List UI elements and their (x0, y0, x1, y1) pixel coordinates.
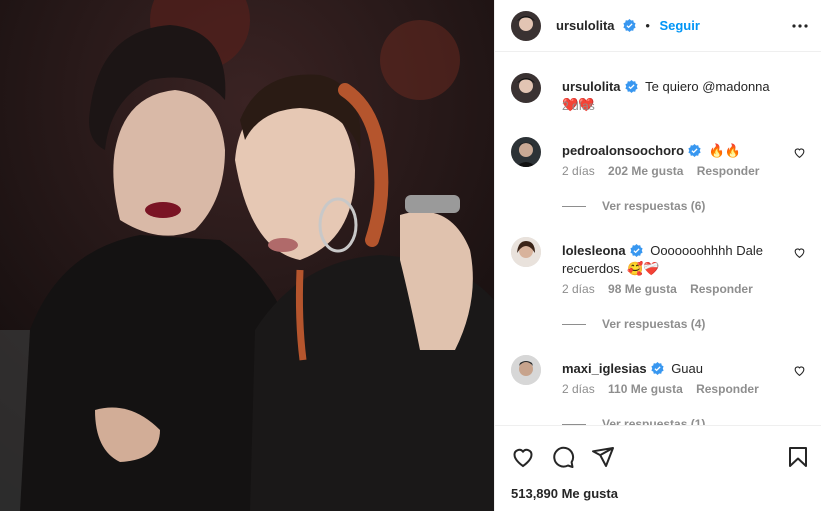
reply-button[interactable]: Responder (690, 282, 753, 296)
verified-icon (623, 19, 636, 32)
comment-username[interactable]: pedroalonsoochoro (562, 143, 684, 158)
replies-divider (562, 324, 586, 326)
post-photo[interactable] (0, 0, 494, 511)
caption-username[interactable]: ursulolita (562, 79, 621, 94)
comment-likes[interactable]: 202 Me gusta (608, 164, 683, 178)
heart-icon[interactable] (511, 445, 535, 469)
verified-icon (688, 144, 701, 157)
comment-like-heart-icon[interactable] (793, 246, 806, 259)
caption-meta: 2 días (562, 99, 605, 113)
verified-icon (629, 244, 643, 257)
comment-body: maxi_iglesias Guau (562, 360, 782, 378)
verified-icon (624, 80, 638, 93)
caption-time: 2 días (562, 99, 595, 113)
instagram-post-view: ursulolita • Seguir ursulolita Te quiero… (0, 0, 821, 511)
comment-username[interactable]: lolesleona (562, 243, 626, 258)
bookmark-icon[interactable] (786, 445, 810, 469)
post-header: ursulolita • Seguir (495, 0, 821, 52)
photo-illustration (0, 0, 494, 511)
reply-button[interactable]: Responder (697, 164, 760, 178)
author-avatar[interactable] (511, 11, 541, 41)
reply-button[interactable]: Responder (696, 382, 759, 396)
comment-meta: 2 días 110 Me gusta Responder (562, 382, 769, 396)
post-side-panel: ursulolita • Seguir ursulolita Te quiero… (494, 0, 821, 511)
caption-avatar[interactable] (511, 73, 541, 103)
view-replies-label: Ver respuestas (1) (602, 417, 706, 425)
comment-meta: 2 días 202 Me gusta Responder (562, 164, 769, 178)
comment-like-heart-icon[interactable] (793, 364, 806, 377)
author-username[interactable]: ursulolita (556, 18, 615, 33)
view-replies-button[interactable]: Ver respuestas (4) (562, 317, 705, 331)
follow-button[interactable]: Seguir (659, 18, 699, 33)
comment-meta: 2 días 98 Me gusta Responder (562, 282, 763, 296)
comment-avatar[interactable] (511, 355, 541, 385)
comment-avatar[interactable] (511, 137, 541, 167)
share-icon[interactable] (591, 445, 615, 469)
view-replies-button[interactable]: Ver respuestas (6) (562, 199, 705, 213)
comment-avatar[interactable] (511, 237, 541, 267)
comment-likes[interactable]: 110 Me gusta (608, 382, 683, 396)
post-actions-bar: 513,890 Me gusta (495, 425, 821, 511)
comment-time: 2 días (562, 164, 595, 178)
view-replies-label: Ver respuestas (4) (602, 317, 706, 331)
comments-list[interactable]: ursulolita Te quiero @madonna ❤️❤️ 2 día… (495, 53, 821, 425)
comment-text: 🔥🔥 (708, 143, 742, 158)
comment-time: 2 días (562, 382, 595, 396)
comment-likes[interactable]: 98 Me gusta (608, 282, 677, 296)
view-replies-label: Ver respuestas (6) (602, 199, 706, 213)
more-icon[interactable] (790, 16, 810, 36)
separator-dot: • (645, 18, 650, 33)
comment-icon[interactable] (551, 445, 575, 469)
comment-username[interactable]: maxi_iglesias (562, 361, 647, 376)
view-replies-button[interactable]: Ver respuestas (1) (562, 417, 705, 425)
comment-time: 2 días (562, 282, 595, 296)
post-likes-count[interactable]: 513,890 Me gusta (511, 486, 618, 501)
comment-like-heart-icon[interactable] (793, 146, 806, 159)
verified-icon (650, 362, 664, 375)
comment-body: lolesleona Ooooooohhhh Dale recuerdos. 🥰… (562, 242, 782, 278)
header-meta: ursulolita • Seguir (556, 17, 700, 35)
comment-body: pedroalonsoochoro 🔥🔥 (562, 142, 782, 160)
replies-divider (562, 206, 586, 208)
comment-text: Guau (671, 361, 703, 376)
